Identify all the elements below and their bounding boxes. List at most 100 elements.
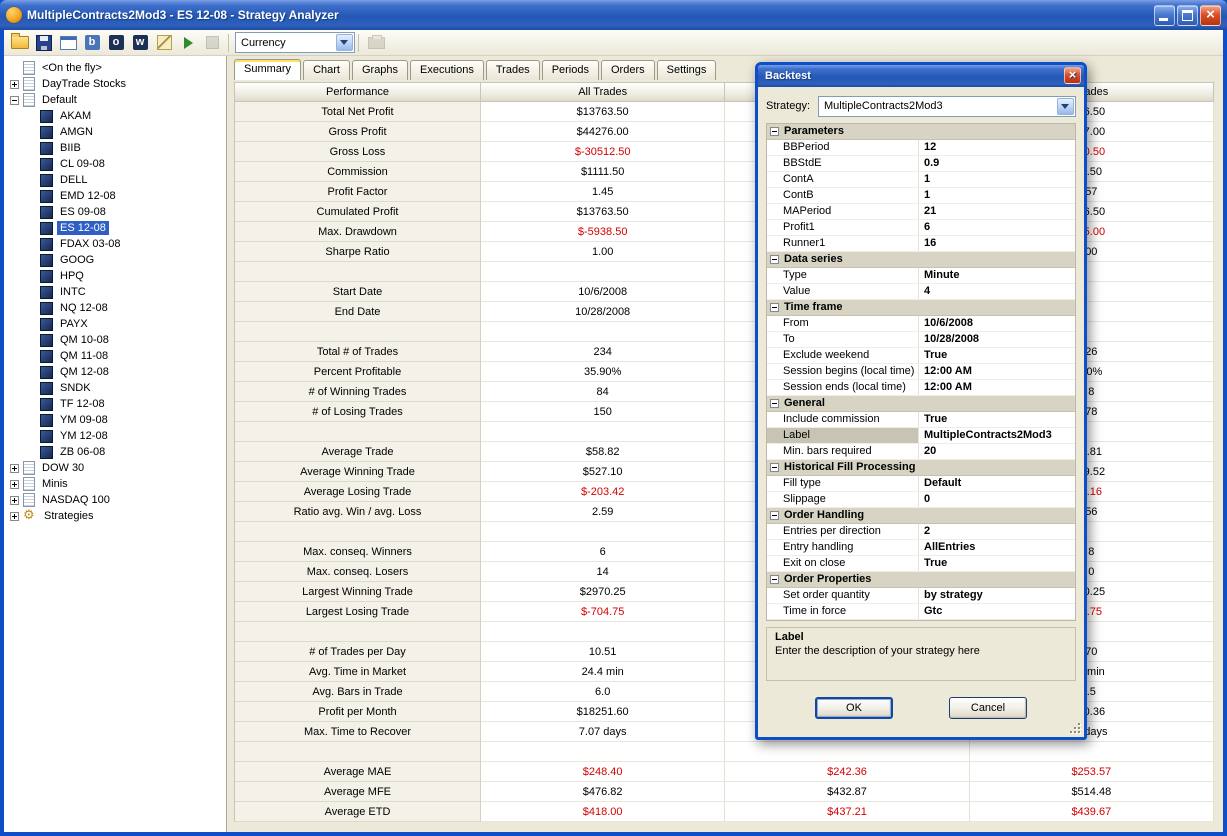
property-row-maperiod[interactable]: MAPeriod 21 — [767, 204, 1075, 220]
property-name[interactable]: ContA — [767, 172, 919, 187]
tree-item-intc[interactable]: INTC — [4, 284, 226, 300]
close-button[interactable] — [1200, 4, 1221, 26]
property-value[interactable]: 12:00 AM — [919, 380, 1075, 395]
new-window-button[interactable] — [57, 32, 79, 54]
tree-item-default[interactable]: Default — [4, 92, 226, 108]
tree-item-qm-12-08[interactable]: QM 12-08 — [4, 364, 226, 380]
expander-icon[interactable] — [10, 511, 19, 521]
tree-item-hpq[interactable]: HPQ — [4, 268, 226, 284]
property-value[interactable]: Minute — [919, 268, 1075, 283]
property-row-min-bars-required[interactable]: Min. bars required 20 — [767, 444, 1075, 460]
property-row-runner1[interactable]: Runner1 16 — [767, 236, 1075, 252]
property-row-exit-on-close[interactable]: Exit on close True — [767, 556, 1075, 572]
property-category-general[interactable]: General — [767, 396, 1075, 412]
property-row-slippage[interactable]: Slippage 0 — [767, 492, 1075, 508]
property-row-to[interactable]: To 10/28/2008 — [767, 332, 1075, 348]
tree-item-sndk[interactable]: SNDK — [4, 380, 226, 396]
property-value[interactable]: MultipleContracts2Mod3 — [919, 428, 1075, 443]
property-row-entry-handling[interactable]: Entry handling AllEntries — [767, 540, 1075, 556]
collapse-icon[interactable] — [770, 255, 779, 264]
tab-chart[interactable]: Chart — [303, 60, 350, 80]
property-name[interactable]: Session begins (local time) — [767, 364, 919, 379]
collapse-icon[interactable] — [770, 511, 779, 520]
tree-item-qm-10-08[interactable]: QM 10-08 — [4, 332, 226, 348]
property-value[interactable]: by strategy — [919, 588, 1075, 603]
property-category-time-frame[interactable]: Time frame — [767, 300, 1075, 316]
display-unit-select[interactable]: Currency — [235, 32, 355, 53]
tree-item-zb-06-08[interactable]: ZB 06-08 — [4, 444, 226, 460]
property-value[interactable]: 10/28/2008 — [919, 332, 1075, 347]
property-value[interactable]: True — [919, 412, 1075, 427]
property-row-label[interactable]: Label MultipleContracts2Mod3 — [767, 428, 1075, 444]
run-button[interactable] — [177, 32, 199, 54]
property-row-fill-type[interactable]: Fill type Default — [767, 476, 1075, 492]
property-name[interactable]: Exclude weekend — [767, 348, 919, 363]
property-name[interactable]: Profit1 — [767, 220, 919, 235]
property-row-from[interactable]: From 10/6/2008 — [767, 316, 1075, 332]
tree-item-on-the-fly[interactable]: <On the fly> — [4, 60, 226, 76]
property-value[interactable]: 12:00 AM — [919, 364, 1075, 379]
tree-item-goog[interactable]: GOOG — [4, 252, 226, 268]
property-row-type[interactable]: Type Minute — [767, 268, 1075, 284]
property-row-contb[interactable]: ContB 1 — [767, 188, 1075, 204]
dialog-close-button[interactable] — [1064, 67, 1081, 84]
property-value[interactable]: Gtc — [919, 604, 1075, 619]
expander-icon[interactable] — [10, 79, 19, 89]
property-name[interactable]: Label — [767, 428, 919, 443]
property-row-value[interactable]: Value 4 — [767, 284, 1075, 300]
property-row-conta[interactable]: ContA 1 — [767, 172, 1075, 188]
property-name[interactable]: Value — [767, 284, 919, 299]
property-name[interactable]: Fill type — [767, 476, 919, 491]
collapse-icon[interactable] — [770, 303, 779, 312]
property-name[interactable]: Include commission — [767, 412, 919, 427]
cancel-button[interactable]: Cancel — [949, 697, 1027, 719]
tab-settings[interactable]: Settings — [656, 60, 717, 80]
optimize-button[interactable]: o — [105, 32, 127, 54]
tree-item-tf-12-08[interactable]: TF 12-08 — [4, 396, 226, 412]
property-name[interactable]: Runner1 — [767, 236, 919, 251]
property-row-session-ends-local-time[interactable]: Session ends (local time) 12:00 AM — [767, 380, 1075, 396]
property-row-bbperiod[interactable]: BBPeriod 12 — [767, 140, 1075, 156]
property-value[interactable]: 0 — [919, 492, 1075, 507]
chevron-down-icon[interactable] — [1057, 97, 1074, 115]
property-category-order-properties[interactable]: Order Properties — [767, 572, 1075, 588]
property-value[interactable]: 2 — [919, 524, 1075, 539]
tab-executions[interactable]: Executions — [410, 60, 484, 80]
tree-item-dell[interactable]: DELL — [4, 172, 226, 188]
property-value[interactable]: 0.9 — [919, 156, 1075, 171]
expander-icon[interactable] — [10, 479, 19, 489]
property-name[interactable]: BBPeriod — [767, 140, 919, 155]
property-category-order-handling[interactable]: Order Handling — [767, 508, 1075, 524]
property-value[interactable]: 10/6/2008 — [919, 316, 1075, 331]
minimize-button[interactable] — [1154, 4, 1175, 26]
property-name[interactable]: Entries per direction — [767, 524, 919, 539]
property-name[interactable]: Type — [767, 268, 919, 283]
property-row-session-begins-local-time[interactable]: Session begins (local time) 12:00 AM — [767, 364, 1075, 380]
tree-item-ym-12-08[interactable]: YM 12-08 — [4, 428, 226, 444]
tree-item-emd-12-08[interactable]: EMD 12-08 — [4, 188, 226, 204]
tab-orders[interactable]: Orders — [600, 60, 655, 80]
tree-item-ym-09-08[interactable]: YM 09-08 — [4, 412, 226, 428]
property-row-time-in-force[interactable]: Time in force Gtc — [767, 604, 1075, 620]
collapse-icon[interactable] — [770, 575, 779, 584]
property-row-bbstde[interactable]: BBStdE 0.9 — [767, 156, 1075, 172]
expander-icon[interactable] — [10, 95, 19, 105]
collapse-icon[interactable] — [770, 127, 779, 136]
tree-item-es-09-08[interactable]: ES 09-08 — [4, 204, 226, 220]
tree-item-strategies[interactable]: Strategies — [4, 508, 226, 524]
property-value[interactable]: 1 — [919, 188, 1075, 203]
property-value[interactable]: 6 — [919, 220, 1075, 235]
tab-summary[interactable]: Summary — [234, 59, 302, 80]
property-name[interactable]: Min. bars required — [767, 444, 919, 459]
tree-item-qm-11-08[interactable]: QM 11-08 — [4, 348, 226, 364]
tree-item-akam[interactable]: AKAM — [4, 108, 226, 124]
tree-item-dow-30[interactable]: DOW 30 — [4, 460, 226, 476]
property-category-parameters[interactable]: Parameters — [767, 124, 1075, 140]
property-name[interactable]: BBStdE — [767, 156, 919, 171]
tree-item-nq-12-08[interactable]: NQ 12-08 — [4, 300, 226, 316]
tree-item-cl-09-08[interactable]: CL 09-08 — [4, 156, 226, 172]
property-name[interactable]: Session ends (local time) — [767, 380, 919, 395]
property-row-exclude-weekend[interactable]: Exclude weekend True — [767, 348, 1075, 364]
property-value[interactable]: 20 — [919, 444, 1075, 459]
property-value[interactable]: 4 — [919, 284, 1075, 299]
